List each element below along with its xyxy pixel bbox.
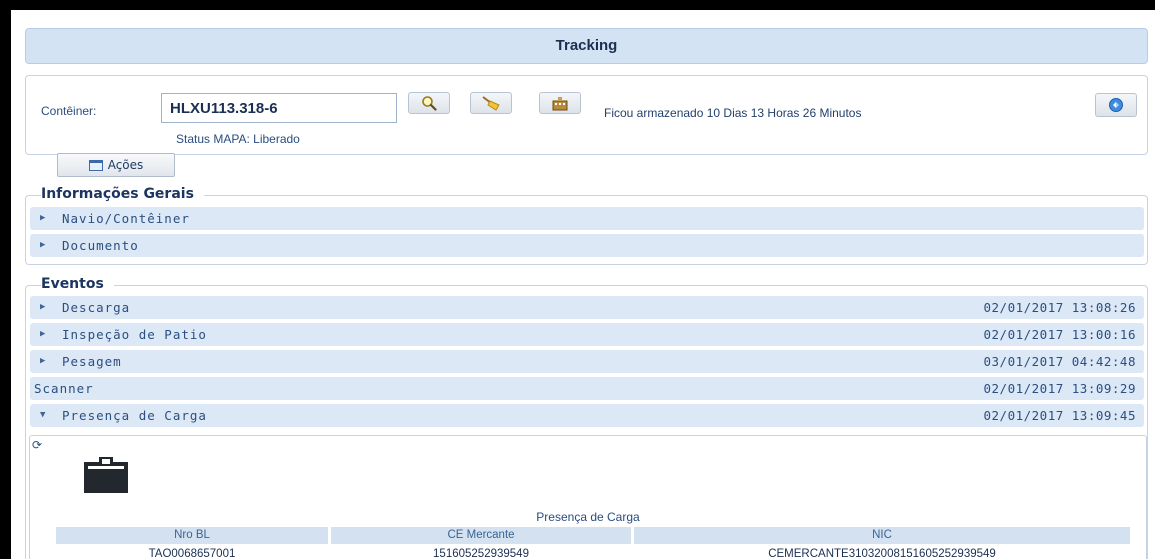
acoes-button[interactable]: Ações xyxy=(57,153,175,177)
table-row: TAO0068657001 151605252939549 CEMERCANTE… xyxy=(56,546,1130,559)
table-cell: CEMERCANTE3103200815160525293954​9 xyxy=(768,548,996,559)
event-date: 02/01/2017 13:00:16 xyxy=(983,327,1136,342)
general-info-legend: Informações Gerais xyxy=(41,186,204,202)
magnifier-icon xyxy=(422,96,437,111)
triangle-right-icon: ▶ xyxy=(40,329,46,339)
search-panel: Contêiner: Ficou armazenado 10 Dias 13 H… xyxy=(25,75,1148,155)
triangle-right-icon: ▶ xyxy=(40,356,46,366)
accordion-documento[interactable]: ▶ Documento xyxy=(30,234,1144,257)
triangle-down-icon: ▼ xyxy=(40,410,46,420)
event-label: Inspeção de Patio xyxy=(62,327,207,342)
table-cell: 151605252939549 xyxy=(433,548,529,559)
accordion-label: Documento xyxy=(62,238,139,253)
storage-status: Ficou armazenado 10 Dias 13 Horas 26 Min… xyxy=(604,106,862,120)
building-icon xyxy=(552,97,568,111)
column-header: NIC xyxy=(634,527,1130,544)
container-input[interactable] xyxy=(161,93,397,123)
table-cell: TAO0068657001 xyxy=(148,548,236,559)
spinner-icon: ⟳ xyxy=(32,438,43,452)
page-title: Tracking xyxy=(25,28,1148,64)
triangle-right-icon: ▶ xyxy=(40,240,46,250)
event-label: Scanner xyxy=(34,381,94,396)
accordion-navio-conteiner[interactable]: ▶ Navio/Contêiner xyxy=(30,207,1144,230)
refresh-button[interactable] xyxy=(1095,93,1137,117)
presenca-detail-panel: ⟳ Presença de Carga Nro BL CE Mercante N… xyxy=(29,435,1147,559)
mapa-status: Status MAPA: Liberado xyxy=(176,132,300,146)
search-button[interactable] xyxy=(408,92,450,114)
broom-icon xyxy=(482,96,500,111)
general-info-section: Informações Gerais ▶ Navio/Contêiner ▶ D… xyxy=(25,186,1148,265)
window-icon xyxy=(88,159,103,171)
event-label: Descarga xyxy=(62,300,131,315)
container-label: Contêiner: xyxy=(41,104,97,118)
event-row-pesagem[interactable]: ▶ Pesagem 03/01/2017 04:42:48 xyxy=(30,350,1144,373)
presenca-title: Presença de Carga xyxy=(536,510,640,524)
triangle-right-icon: ▶ xyxy=(40,302,46,312)
tracking-page: Tracking Contêiner: Ficou armazenado 10 … xyxy=(11,10,1155,559)
refresh-icon xyxy=(1109,98,1123,112)
event-label: Pesagem xyxy=(62,354,122,369)
event-row-descarga[interactable]: ▶ Descarga 02/01/2017 13:08:26 xyxy=(30,296,1144,319)
presenca-table-header: Nro BL CE Mercante NIC xyxy=(56,527,1130,544)
accordion-label: Navio/Contêiner xyxy=(62,211,190,226)
column-header: CE Mercante xyxy=(331,527,631,544)
column-header: Nro BL xyxy=(56,527,328,544)
clear-button[interactable] xyxy=(470,92,512,114)
event-date: 02/01/2017 13:09:29 xyxy=(983,381,1136,396)
event-label: Presença de Carga xyxy=(62,408,207,423)
event-date: 02/01/2017 13:09:45 xyxy=(983,408,1136,423)
event-row-presenca[interactable]: ▼ Presença de Carga 02/01/2017 13:09:45 xyxy=(30,404,1144,427)
acoes-label: Ações xyxy=(107,158,144,172)
clipboard-icon xyxy=(84,457,128,493)
event-row-scanner[interactable]: Scanner 02/01/2017 13:09:29 xyxy=(30,377,1144,400)
event-date: 02/01/2017 13:08:26 xyxy=(983,300,1136,315)
events-legend: Eventos xyxy=(41,276,114,292)
event-date: 03/01/2017 04:42:48 xyxy=(983,354,1136,369)
triangle-right-icon: ▶ xyxy=(40,213,46,223)
event-row-inspecao[interactable]: ▶ Inspeção de Patio 02/01/2017 13:00:16 xyxy=(30,323,1144,346)
history-button[interactable] xyxy=(539,92,581,114)
